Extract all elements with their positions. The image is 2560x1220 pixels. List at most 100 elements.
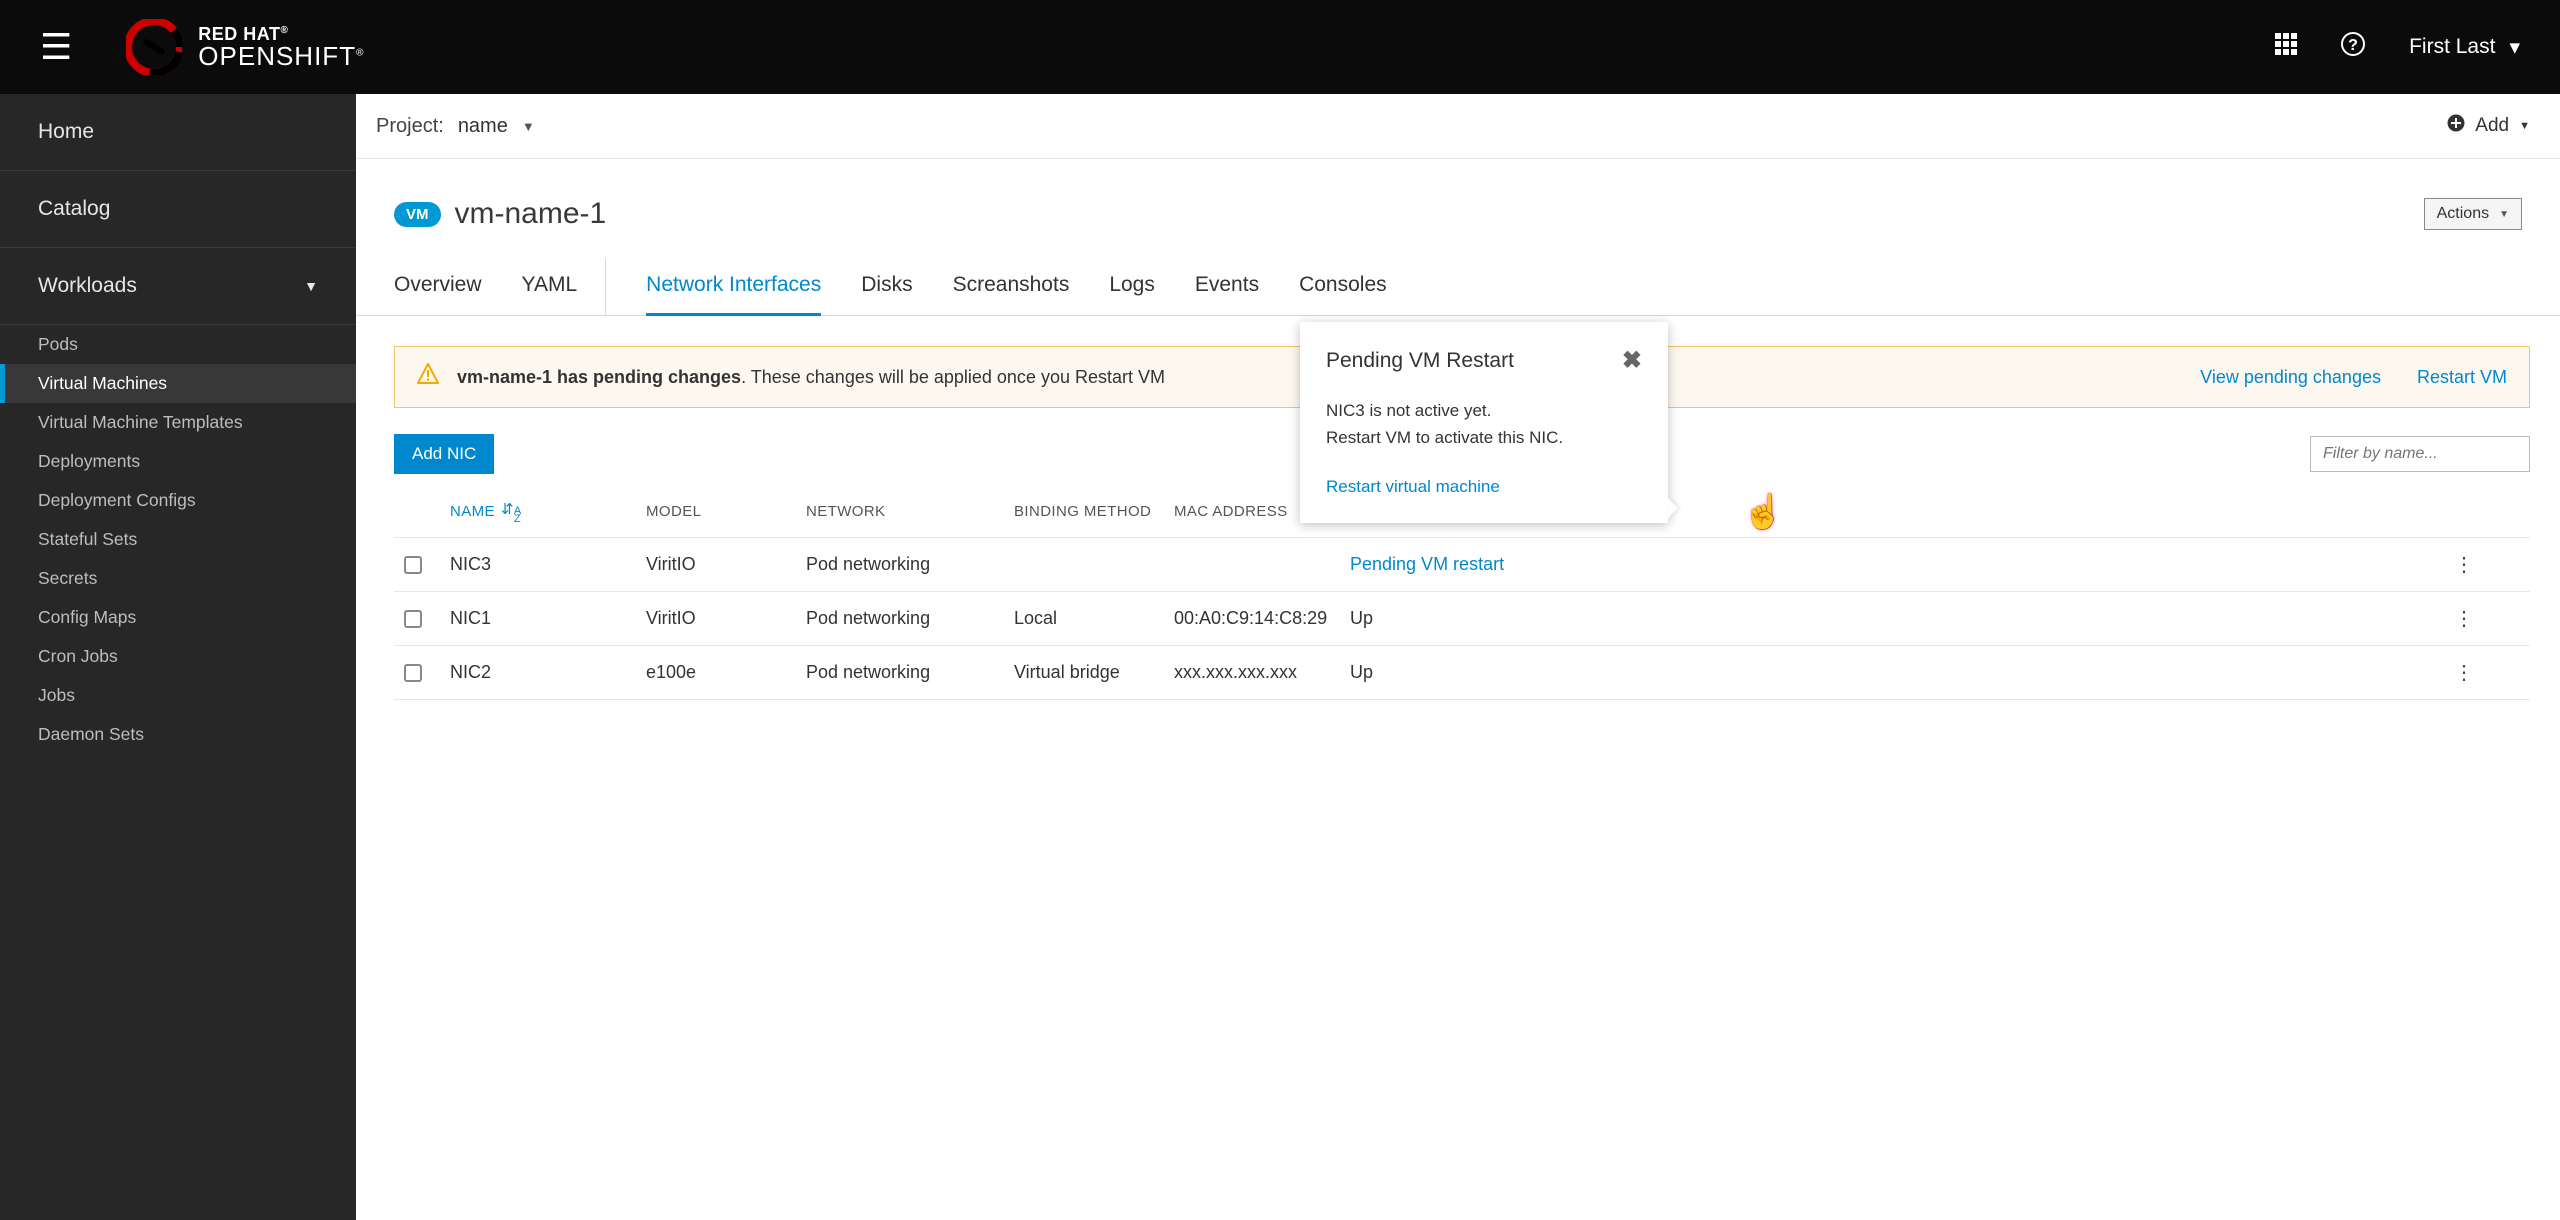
table-row: NIC2 e100e Pod networking Virtual bridge… (394, 645, 2530, 700)
chevron-down-icon[interactable]: ▼ (522, 119, 535, 134)
kebab-menu-icon[interactable]: ⋮ (2454, 662, 2474, 684)
row-checkbox[interactable] (404, 610, 422, 628)
sidebar-item-label: Workloads (38, 274, 137, 298)
cell-network: Pod networking (806, 554, 1014, 575)
brand[interactable]: RED HAT® OPENSHIFT® (126, 19, 364, 75)
warning-icon (417, 363, 439, 391)
popover-body: NIC3 is not active yet. (1326, 397, 1642, 424)
alert-title: vm-name-1 has pending changes (457, 367, 741, 387)
resource-badge: VM (394, 202, 441, 227)
tab-overview[interactable]: Overview (394, 259, 482, 315)
sidebar-item-virtual-machine-templates[interactable]: Virtual Machine Templates (0, 403, 356, 442)
actions-label: Actions (2437, 205, 2489, 223)
table-body: NIC3 ViritIO Pod networking Pending VM r… (394, 537, 2530, 700)
chevron-down-icon: ▼ (2519, 120, 2530, 132)
project-dropdown[interactable]: name (458, 115, 508, 138)
project-label: Project: (376, 115, 444, 138)
tabs: Overview YAML Network Interfaces Disks Screa… (356, 259, 2560, 316)
page-title: vm-name-1 (455, 197, 607, 231)
sidebar-item-config-maps[interactable]: Config Maps (0, 598, 356, 637)
chevron-down-icon: ▼ (2499, 209, 2509, 220)
user-name: First Last (2409, 35, 2495, 59)
chevron-down-icon: ▾ (2509, 35, 2520, 60)
plus-circle-icon (2447, 114, 2465, 138)
cell-binding: Local (1014, 608, 1174, 629)
help-icon[interactable]: ? (2341, 32, 2365, 63)
cell-network: Pod networking (806, 662, 1014, 683)
add-nic-button[interactable]: Add NIC (394, 434, 494, 474)
column-header-network[interactable]: Network (806, 503, 1014, 520)
cell-name: NIC2 (450, 662, 646, 683)
kebab-menu-icon[interactable]: ⋮ (2454, 554, 2474, 576)
add-dropdown[interactable]: Add ▼ (2447, 114, 2530, 138)
pending-restart-link[interactable]: Pending VM restart (1350, 554, 1504, 574)
row-checkbox[interactable] (404, 556, 422, 574)
main: Project: name ▼ Add ▼ VM vm-name-1 Actio… (356, 94, 2560, 1220)
column-label: Name (450, 503, 495, 520)
sidebar-item-label: Home (38, 120, 94, 144)
tab-content: vm-name-1 has pending changes. These cha… (356, 316, 2560, 740)
sidebar-item-pods[interactable]: Pods (0, 325, 356, 364)
row-checkbox[interactable] (404, 664, 422, 682)
popover-body: Restart VM to activate this NIC. (1326, 424, 1642, 451)
page-heading: VM vm-name-1 Actions ▼ (356, 159, 2560, 259)
tab-logs[interactable]: Logs (1109, 259, 1155, 315)
sidebar-item-stateful-sets[interactable]: Stateful Sets (0, 520, 356, 559)
tab-yaml[interactable]: YAML (522, 259, 607, 315)
restart-vm-popover-link[interactable]: Restart virtual machine (1326, 477, 1642, 497)
sidebar-item-home[interactable]: Home (0, 94, 356, 171)
sort-icon: ⇵AZ (501, 500, 522, 523)
tab-consoles[interactable]: Consoles (1299, 259, 1387, 315)
filter-input[interactable] (2310, 436, 2530, 472)
svg-text:?: ? (2348, 37, 2358, 54)
user-menu[interactable]: First Last ▾ (2409, 35, 2520, 60)
cell-mac: xxx.xxx.xxx.xxx (1174, 662, 1350, 683)
hamburger-menu-icon[interactable]: ☰ (40, 29, 72, 65)
cell-link-state: Up (1350, 662, 2450, 683)
add-label: Add (2475, 115, 2509, 137)
brand-line2: OPENSHIFT (198, 41, 356, 71)
sidebar-item-cron-jobs[interactable]: Cron Jobs (0, 637, 356, 676)
table-row: NIC1 ViritIO Pod networking Local 00:A0:… (394, 591, 2530, 645)
cell-mac: 00:A0:C9:14:C8:29 (1174, 608, 1350, 629)
sidebar-item-deployment-configs[interactable]: Deployment Configs (0, 481, 356, 520)
sidebar-item-secrets[interactable]: Secrets (0, 559, 356, 598)
sidebar-item-workloads[interactable]: Workloads ▼ (0, 248, 356, 325)
cell-binding: Virtual bridge (1014, 662, 1174, 683)
chevron-down-icon: ▼ (304, 278, 318, 294)
tab-network-interfaces[interactable]: Network Interfaces (646, 259, 821, 315)
sidebar-item-deployments[interactable]: Deployments (0, 442, 356, 481)
tab-screanshots[interactable]: Screanshots (953, 259, 1070, 315)
cell-network: Pod networking (806, 608, 1014, 629)
restart-vm-link[interactable]: Restart VM (2417, 367, 2507, 388)
sidebar-item-catalog[interactable]: Catalog (0, 171, 356, 248)
project-bar: Project: name ▼ Add ▼ (356, 94, 2560, 159)
cell-link-state: Pending VM restart (1350, 554, 2450, 575)
masthead: ☰ RED HAT® OPENSHIFT® ? First Last ▾ (0, 0, 2560, 94)
column-header-binding[interactable]: Binding method (1014, 503, 1174, 520)
popover-title: Pending VM Restart (1326, 349, 1514, 373)
column-header-name[interactable]: Name ⇵AZ (450, 500, 646, 523)
alert-message: . These changes will be applied once you… (741, 367, 1165, 387)
openshift-logo-icon (126, 19, 182, 75)
column-header-model[interactable]: Model (646, 503, 806, 520)
cell-model: ViritIO (646, 554, 806, 575)
pending-restart-popover: Pending VM Restart ✖ NIC3 is not active … (1300, 322, 1668, 523)
view-pending-changes-link[interactable]: View pending changes (2200, 367, 2381, 388)
kebab-menu-icon[interactable]: ⋮ (2454, 608, 2474, 630)
cell-model: e100e (646, 662, 806, 683)
sidebar-item-daemon-sets[interactable]: Daemon Sets (0, 715, 356, 754)
sidebar-item-virtual-machines[interactable]: Virtual Machines (0, 364, 356, 403)
sidebar-item-label: Catalog (38, 197, 110, 221)
cell-model: ViritIO (646, 608, 806, 629)
close-icon[interactable]: ✖ (1622, 346, 1642, 375)
sidebar-item-jobs[interactable]: Jobs (0, 676, 356, 715)
cell-name: NIC3 (450, 554, 646, 575)
actions-dropdown[interactable]: Actions ▼ (2424, 198, 2522, 230)
project-value: name (458, 115, 508, 137)
app-launcher-icon[interactable] (2275, 33, 2297, 62)
tab-disks[interactable]: Disks (861, 259, 912, 315)
cell-name: NIC1 (450, 608, 646, 629)
table-row: NIC3 ViritIO Pod networking Pending VM r… (394, 537, 2530, 591)
tab-events[interactable]: Events (1195, 259, 1259, 315)
